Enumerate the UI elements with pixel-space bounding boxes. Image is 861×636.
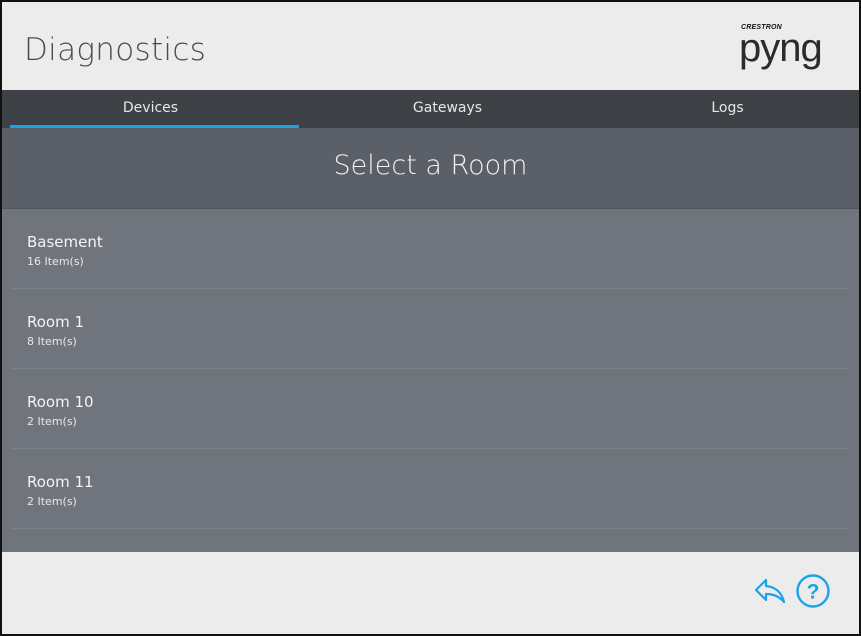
app-footer: ? <box>2 552 859 634</box>
room-panel-heading: Select a Room <box>333 150 528 181</box>
tab-gateways-label: Gateways <box>412 100 483 116</box>
room-name: Room 1 <box>27 313 85 331</box>
tab-devices-label: Devices <box>122 100 179 116</box>
room-name: Room 10 <box>27 393 94 411</box>
app-frame: Diagnostics CRESTRON pyng Devices Gatewa… <box>0 0 861 636</box>
room-item-room-11[interactable]: Room 11 2 Item(s) <box>2 449 859 529</box>
room-item-count: 8 Item(s) <box>27 335 77 348</box>
room-name: Basement <box>27 233 103 251</box>
back-arrow-icon <box>754 578 786 604</box>
room-item-basement[interactable]: Basement 16 Item(s) <box>2 209 859 289</box>
svg-text:?: ? <box>807 581 820 604</box>
room-item-room-10[interactable]: Room 10 2 Item(s) <box>2 369 859 449</box>
logo-product-text: pyng <box>739 26 823 70</box>
room-item-room-1[interactable]: Room 1 8 Item(s) <box>2 289 859 369</box>
room-list[interactable]: Basement 16 Item(s) Room 1 8 Item(s) Roo… <box>2 209 859 552</box>
page-title: Diagnostics <box>24 32 207 68</box>
room-item-count: 2 Item(s) <box>27 495 77 508</box>
back-button[interactable] <box>753 576 787 606</box>
room-item-count: 16 Item(s) <box>27 255 84 268</box>
help-button[interactable]: ? <box>795 573 831 609</box>
crestron-pyng-logo: CRESTRON pyng <box>739 20 851 80</box>
room-panel-header: Select a Room <box>2 128 859 209</box>
tab-gateways[interactable]: Gateways <box>299 90 596 128</box>
tab-logs[interactable]: Logs <box>596 90 859 128</box>
divider <box>12 528 849 529</box>
tab-devices[interactable]: Devices <box>2 90 299 128</box>
room-item-count: 2 Item(s) <box>27 415 77 428</box>
room-name: Room 11 <box>27 473 94 491</box>
tab-logs-label: Logs <box>711 100 744 116</box>
help-question-icon: ? <box>796 574 830 608</box>
tab-bar: Devices Gateways Logs <box>2 90 859 128</box>
app-header: Diagnostics CRESTRON pyng <box>2 2 859 90</box>
